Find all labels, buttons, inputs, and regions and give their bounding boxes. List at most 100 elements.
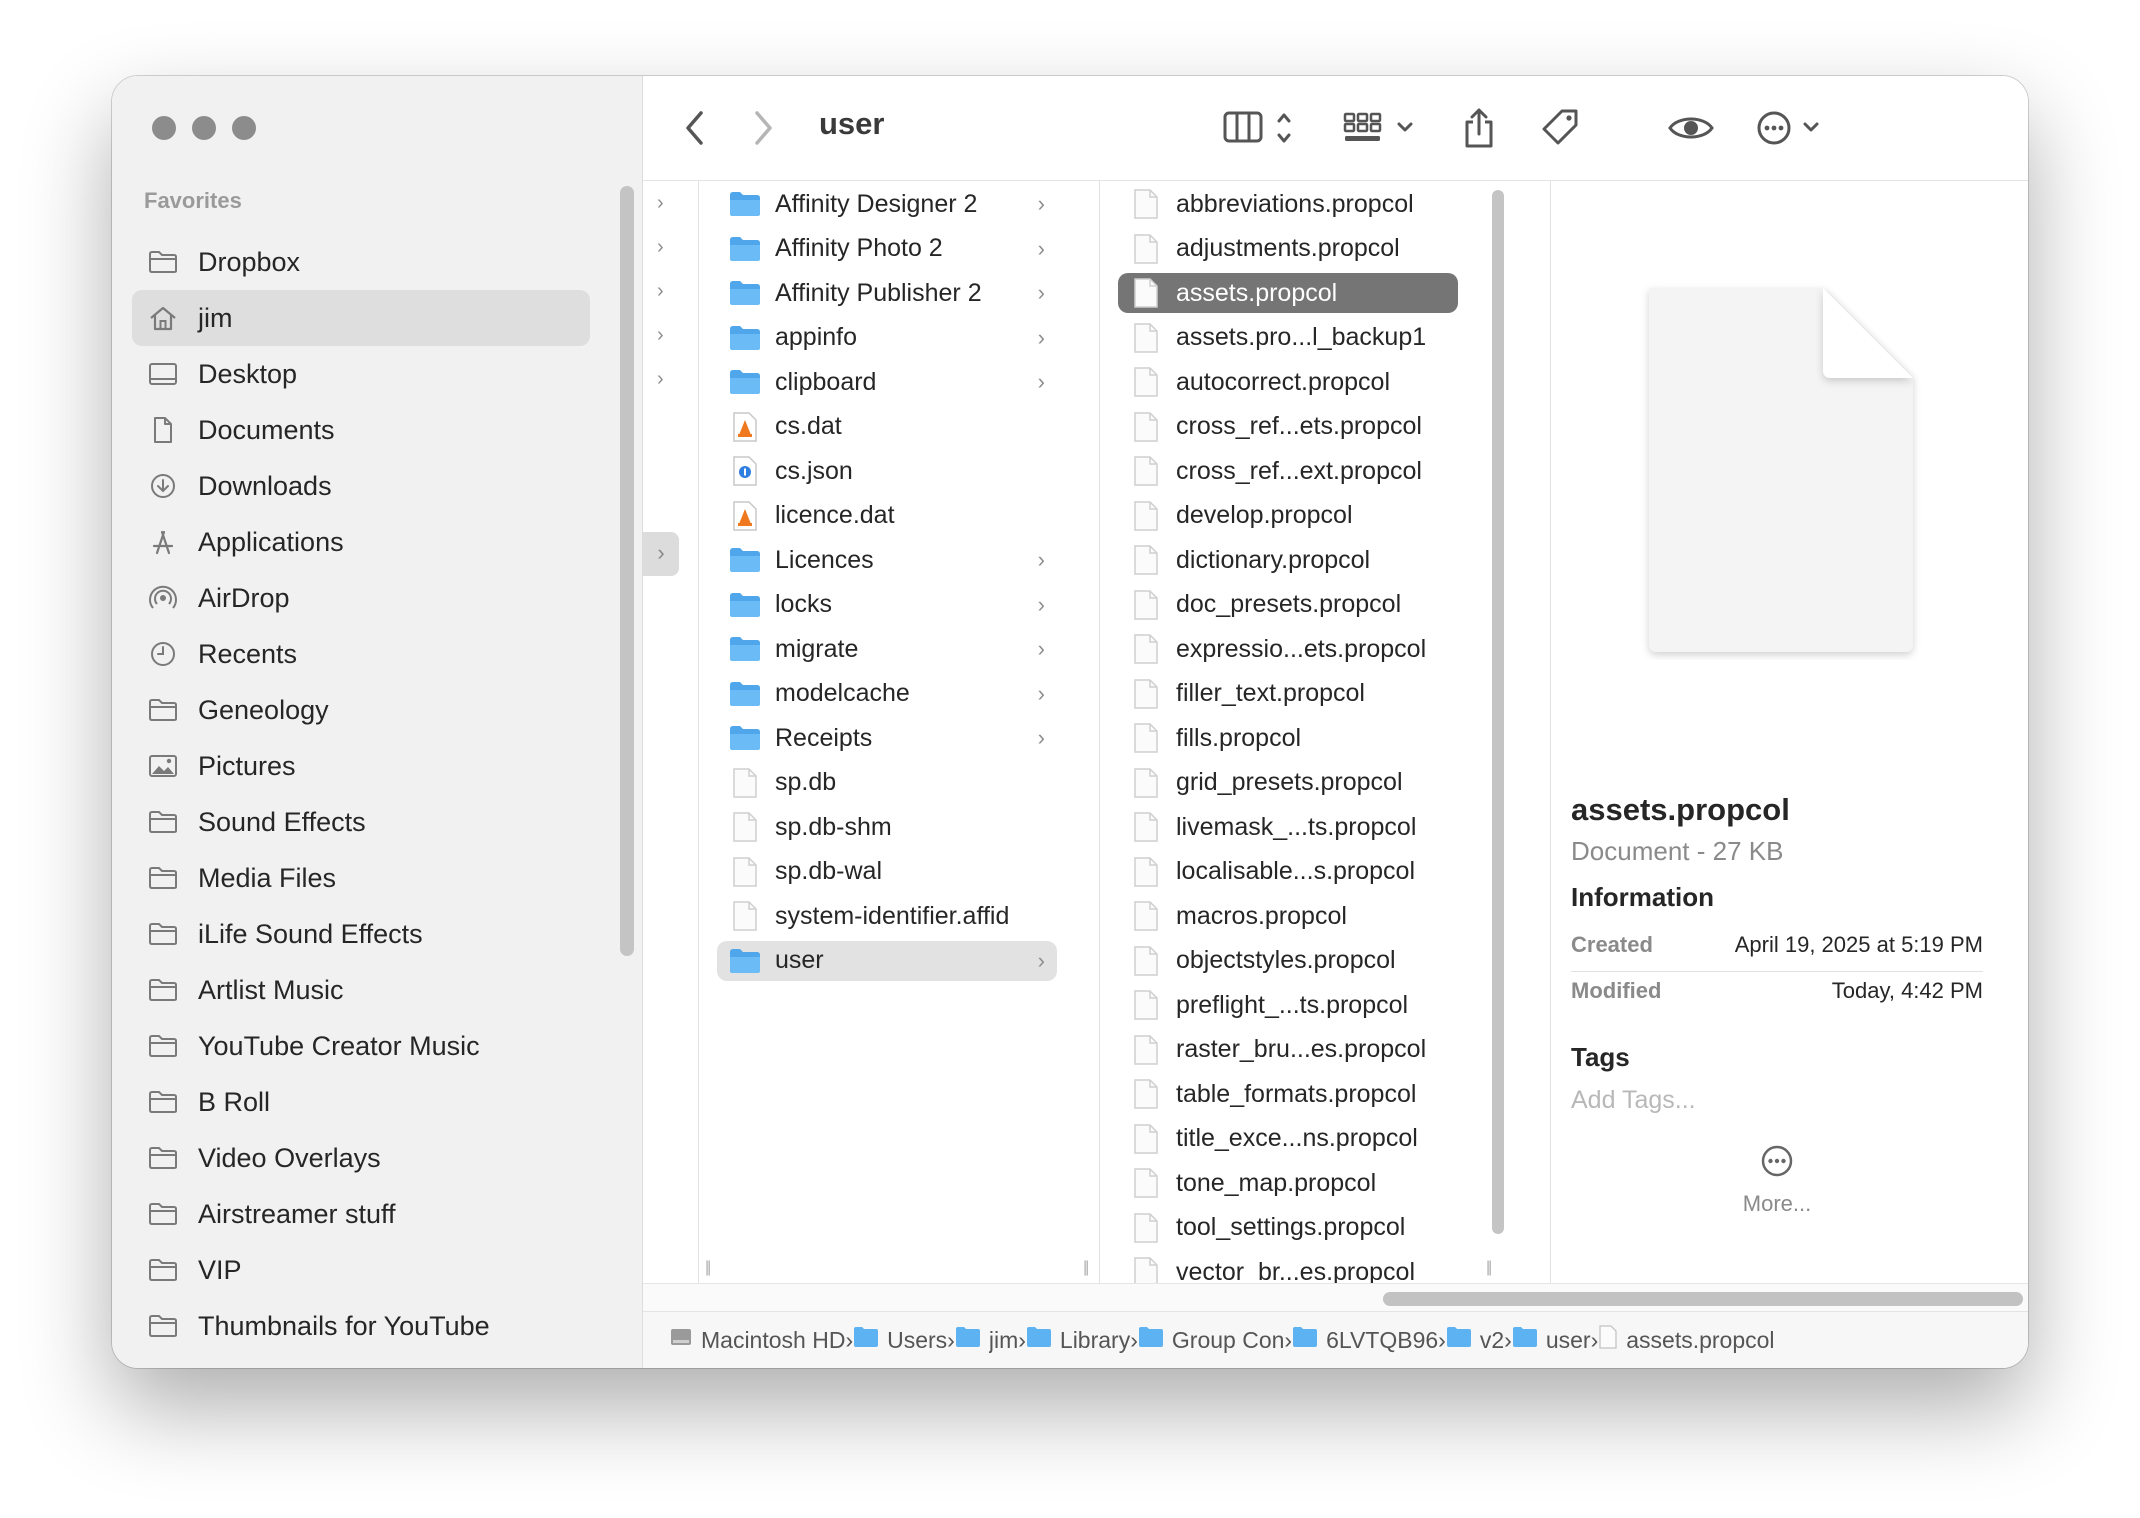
file-row[interactable]: table_formats.propcol xyxy=(1118,1074,1458,1114)
file-row[interactable]: objectstyles.propcol xyxy=(1118,941,1458,981)
more-button[interactable]: More... xyxy=(1717,1144,1837,1217)
sidebar-scrollbar[interactable] xyxy=(620,186,634,956)
sidebar-item-airdrop[interactable]: AirDrop xyxy=(132,570,590,626)
sidebar-item-pictures[interactable]: Pictures xyxy=(132,738,590,794)
folder-row[interactable]: locks › xyxy=(717,585,1057,625)
file-row[interactable]: fills.propcol xyxy=(1118,718,1458,758)
sidebar-item-video-overlays[interactable]: Video Overlays xyxy=(132,1130,590,1186)
file-row[interactable]: dictionary.propcol xyxy=(1118,540,1458,580)
share-button[interactable] xyxy=(1461,108,1497,148)
more-actions-button[interactable] xyxy=(1755,108,1829,148)
file-row[interactable]: title_exce...ns.propcol xyxy=(1118,1119,1458,1159)
file-row[interactable]: assets.pro...l_backup1 xyxy=(1118,318,1458,358)
column-resize-handle[interactable]: || xyxy=(1083,1259,1089,1277)
view-mode-button[interactable] xyxy=(1223,108,1297,148)
quick-look-button[interactable] xyxy=(1667,108,1715,148)
file-row[interactable]: livemask_...ts.propcol xyxy=(1118,807,1458,847)
add-tags-field[interactable]: Add Tags... xyxy=(1571,1086,1696,1115)
file-row[interactable]: preflight_...ts.propcol xyxy=(1118,985,1458,1025)
file-row[interactable]: localisable...s.propcol xyxy=(1118,852,1458,892)
selected-row-chevron[interactable]: › xyxy=(643,532,679,576)
row-disclosure-chevron[interactable]: › xyxy=(657,192,664,215)
folder-row[interactable]: Receipts › xyxy=(717,718,1057,758)
file-row[interactable]: cs.dat xyxy=(717,407,1057,447)
file-row[interactable]: cs.json xyxy=(717,451,1057,491)
sidebar-item-downloads[interactable]: Downloads xyxy=(132,458,590,514)
path-crumb[interactable]: Macintosh HD xyxy=(669,1325,845,1355)
file-row[interactable]: sp.db-shm xyxy=(717,807,1057,847)
sidebar-item-youtube-creator-music[interactable]: YouTube Creator Music xyxy=(132,1018,590,1074)
column-resize-handle[interactable]: || xyxy=(705,1259,711,1277)
folder-row[interactable]: clipboard › xyxy=(717,362,1057,402)
file-row[interactable]: vector_br...es.propcol xyxy=(1118,1252,1458,1283)
file-row[interactable]: doc_presets.propcol xyxy=(1118,585,1458,625)
sidebar-item-airstreamer-stuff[interactable]: Airstreamer stuff xyxy=(132,1186,590,1242)
row-disclosure-chevron[interactable]: › xyxy=(657,368,664,391)
sidebar-item-shirt-designs[interactable]: Shirt Designs xyxy=(132,1354,590,1369)
sidebar-item-recents[interactable]: Recents xyxy=(132,626,590,682)
sidebar-item-desktop[interactable]: Desktop xyxy=(132,346,590,402)
path-crumb[interactable]: assets.propcol xyxy=(1598,1325,1775,1355)
row-disclosure-chevron[interactable]: › xyxy=(657,280,664,303)
sidebar-item-vip[interactable]: VIP xyxy=(132,1242,590,1298)
file-row[interactable]: cross_ref...ets.propcol xyxy=(1118,407,1458,447)
folder-row[interactable]: Licences › xyxy=(717,540,1057,580)
row-disclosure-chevron[interactable]: › xyxy=(657,236,664,259)
sidebar-item-b-roll[interactable]: B Roll xyxy=(132,1074,590,1130)
path-crumb[interactable]: v2 xyxy=(1446,1326,1504,1354)
sidebar-item-ilife-sound-effects[interactable]: iLife Sound Effects xyxy=(132,906,590,962)
sidebar-item-sound-effects[interactable]: Sound Effects xyxy=(132,794,590,850)
horizontal-scrollbar[interactable] xyxy=(643,1283,2028,1314)
minimize-button[interactable] xyxy=(192,116,216,140)
folder-row[interactable]: Affinity Photo 2 › xyxy=(717,229,1057,269)
horizontal-scroll-thumb[interactable] xyxy=(1383,1292,2023,1306)
path-crumb[interactable]: jim xyxy=(955,1326,1018,1354)
folder-row[interactable]: Affinity Designer 2 › xyxy=(717,184,1057,224)
column-3-scrollbar[interactable] xyxy=(1492,190,1504,1234)
forward-button[interactable] xyxy=(751,108,775,148)
file-row[interactable]: filler_text.propcol xyxy=(1118,674,1458,714)
tag-button[interactable] xyxy=(1539,108,1581,148)
folder-row[interactable]: user › xyxy=(717,940,1057,981)
sidebar-item-applications[interactable]: Applications xyxy=(132,514,590,570)
file-row[interactable]: grid_presets.propcol xyxy=(1118,763,1458,803)
row-disclosure-chevron[interactable]: › xyxy=(657,324,664,347)
back-button[interactable] xyxy=(683,108,707,148)
file-row[interactable]: tool_settings.propcol xyxy=(1118,1208,1458,1248)
modified-value: Today, 4:42 PM xyxy=(1831,978,1983,1003)
group-button[interactable] xyxy=(1343,108,1419,148)
file-row[interactable]: licence.dat xyxy=(717,496,1057,536)
file-row[interactable]: raster_bru...es.propcol xyxy=(1118,1030,1458,1070)
file-row[interactable]: autocorrect.propcol xyxy=(1118,362,1458,402)
folder-row[interactable]: modelcache › xyxy=(717,674,1057,714)
file-row[interactable]: sp.db-wal xyxy=(717,852,1057,892)
file-row[interactable]: sp.db xyxy=(717,763,1057,803)
path-crumb[interactable]: Group Con xyxy=(1138,1326,1284,1354)
sidebar-item-artlist-music[interactable]: Artlist Music xyxy=(132,962,590,1018)
path-crumb[interactable]: user xyxy=(1512,1326,1591,1354)
file-row[interactable]: assets.propcol xyxy=(1118,273,1458,313)
file-row[interactable]: macros.propcol xyxy=(1118,896,1458,936)
folder-row[interactable]: Affinity Publisher 2 › xyxy=(717,273,1057,313)
file-row[interactable]: cross_ref...ext.propcol xyxy=(1118,451,1458,491)
zoom-button[interactable] xyxy=(232,116,256,140)
file-row[interactable]: develop.propcol xyxy=(1118,496,1458,536)
sidebar-item-dropbox[interactable]: Dropbox xyxy=(132,234,590,290)
path-crumb[interactable]: Library xyxy=(1026,1326,1130,1354)
sidebar-item-jim[interactable]: jim xyxy=(132,290,590,346)
folder-row[interactable]: migrate › xyxy=(717,629,1057,669)
file-row[interactable]: system-identifier.affid xyxy=(717,896,1057,936)
sidebar-item-geneology[interactable]: Geneology xyxy=(132,682,590,738)
close-button[interactable] xyxy=(152,116,176,140)
path-crumb[interactable]: Users xyxy=(853,1326,947,1354)
column-resize-handle[interactable]: || xyxy=(1486,1259,1492,1277)
path-crumb[interactable]: 6LVTQB96 xyxy=(1292,1326,1438,1354)
sidebar-item-documents[interactable]: Documents xyxy=(132,402,590,458)
folder-row[interactable]: appinfo › xyxy=(717,318,1057,358)
file-row[interactable]: abbreviations.propcol xyxy=(1118,184,1458,224)
file-row[interactable]: adjustments.propcol xyxy=(1118,229,1458,269)
sidebar-item-media-files[interactable]: Media Files xyxy=(132,850,590,906)
sidebar-item-thumbnails-for-youtube[interactable]: Thumbnails for YouTube xyxy=(132,1298,590,1354)
file-row[interactable]: expressio...ets.propcol xyxy=(1118,629,1458,669)
file-row[interactable]: tone_map.propcol xyxy=(1118,1163,1458,1203)
